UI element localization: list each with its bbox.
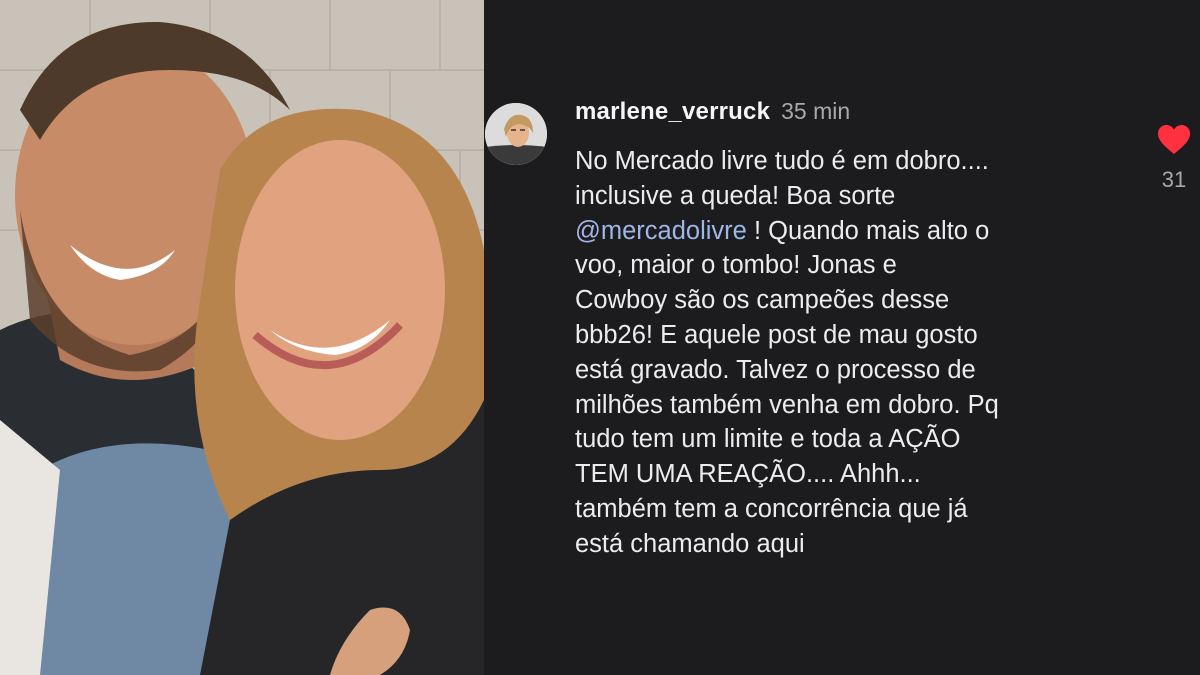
like-button[interactable]: 31 [1154, 124, 1194, 193]
heart-icon [1158, 125, 1190, 154]
comment-panel: marlene_verruck 35 min No Mercado livre … [484, 0, 1200, 675]
comment-text-after: ! Quando mais alto o voo, maior o tombo!… [575, 216, 999, 558]
screen: marlene_verruck 35 min No Mercado livre … [0, 0, 1200, 675]
comment-header: marlene_verruck 35 min [575, 98, 850, 126]
photo-illustration [0, 0, 484, 675]
comment-text: No Mercado livre tudo é em dobro.... inc… [575, 144, 1115, 562]
selfie-photo [0, 0, 484, 675]
like-count: 31 [1161, 167, 1187, 192]
avatar[interactable] [485, 103, 547, 165]
mention-link[interactable]: @mercadolivre [575, 217, 747, 245]
timestamp: 35 min [781, 98, 851, 124]
username[interactable]: marlene_verruck [575, 98, 770, 126]
avatar-image [485, 103, 547, 165]
comment-text-before: No Mercado livre tudo é em dobro.... inc… [575, 147, 989, 210]
